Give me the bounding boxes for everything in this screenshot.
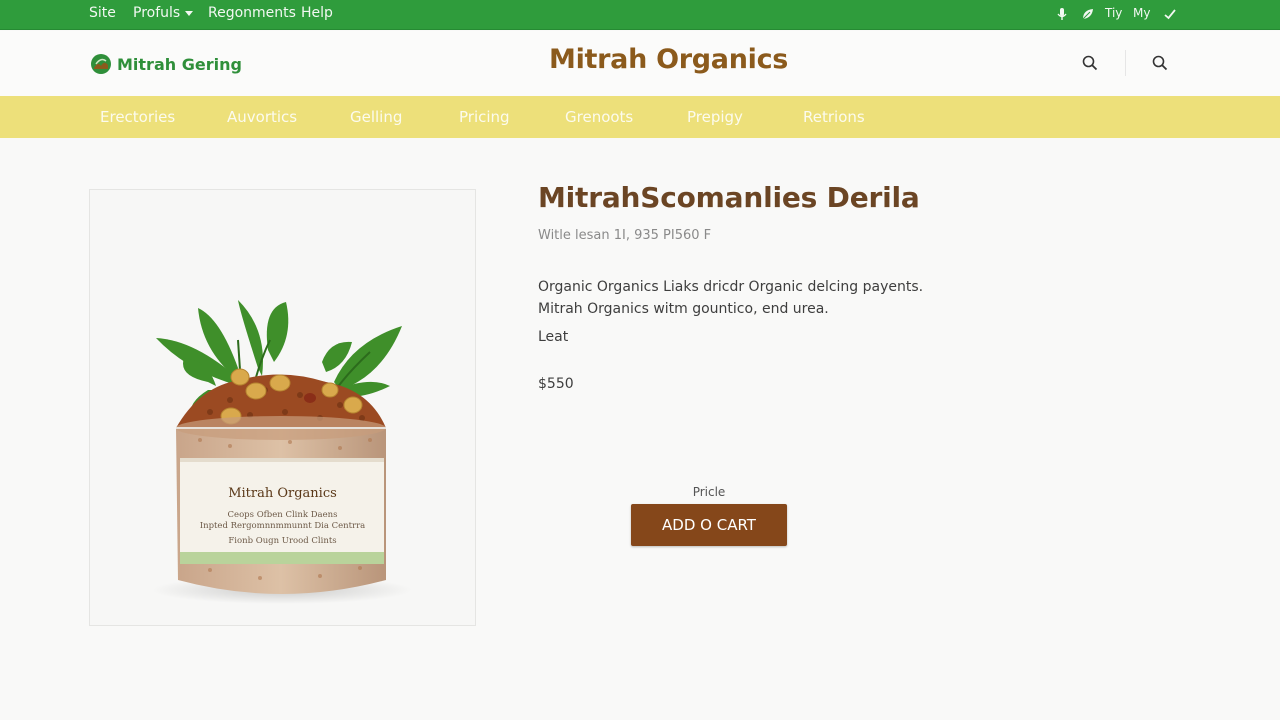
product-variant-label: Leat bbox=[538, 329, 569, 345]
product-image[interactable]: Mitrah Organics Ceops Ofben Clink Daens … bbox=[89, 189, 476, 626]
topbar-link-help[interactable]: Help bbox=[301, 5, 333, 21]
search-icon[interactable] bbox=[1081, 54, 1099, 72]
logo-text[interactable]: Mitrah Gering bbox=[117, 55, 242, 74]
product-description: Organic Organics Liaks dricdr Organic de… bbox=[538, 276, 958, 320]
price-caption: Pricle bbox=[692, 485, 726, 499]
check-icon[interactable] bbox=[1162, 6, 1178, 22]
jar-label-line-1: Ceops Ofben Clink Daens bbox=[227, 510, 338, 520]
site-header: Mitrah Gering Mitrah Organics bbox=[0, 31, 1280, 96]
topbar-right-text-2[interactable]: My bbox=[1133, 6, 1150, 20]
category-retrions[interactable]: Retrions bbox=[803, 108, 865, 126]
top-utility-bar: Site Profuls Regonments Help Tiy My bbox=[0, 0, 1280, 30]
product-description-line-2: Mitrah Organics witm gountico, end urea. bbox=[538, 301, 829, 317]
product-jar-illustration bbox=[152, 300, 412, 604]
category-erectories[interactable]: Erectories bbox=[100, 108, 175, 126]
search-icon[interactable] bbox=[1151, 54, 1169, 72]
header-divider bbox=[1125, 50, 1126, 76]
topbar-link-site[interactable]: Site bbox=[89, 5, 116, 21]
jar-label-brand: Mitrah Organics bbox=[228, 486, 337, 501]
category-nav: Erectories Auvortics Gelling Pricing Gre… bbox=[0, 96, 1280, 138]
category-pricing[interactable]: Pricing bbox=[459, 108, 510, 126]
leaf-logo-icon[interactable] bbox=[90, 53, 112, 75]
category-gelling[interactable]: Gelling bbox=[350, 108, 402, 126]
category-grenoots[interactable]: Grenoots bbox=[565, 108, 633, 126]
product-meta: Witle lesan 1I, 935 PI560 F bbox=[538, 228, 712, 243]
jar-label-line-3: Fionb Ougn Urood Clints bbox=[228, 536, 337, 546]
product-price: $550 bbox=[538, 376, 574, 392]
jar-label-line-2: Inpted Rergomnnmmunnt Dia Centrra bbox=[199, 521, 366, 531]
category-prepigy[interactable]: Prepigy bbox=[687, 108, 743, 126]
topbar-link-regonments[interactable]: Regonments bbox=[208, 5, 296, 21]
microphone-icon[interactable] bbox=[1054, 6, 1070, 22]
leaf-icon[interactable] bbox=[1080, 6, 1096, 22]
product-description-line-1: Organic Organics Liaks dricdr Organic de… bbox=[538, 279, 924, 295]
add-to-cart-button[interactable]: ADD O CART bbox=[631, 504, 787, 546]
category-auvortics[interactable]: Auvortics bbox=[227, 108, 297, 126]
topbar-right-text-1[interactable]: Tiy bbox=[1105, 6, 1122, 20]
topbar-link-profuls-label: Profuls bbox=[133, 5, 181, 21]
chevron-down-icon bbox=[185, 10, 194, 16]
brand-title[interactable]: Mitrah Organics bbox=[549, 44, 788, 75]
product-title: MitrahScomanlies Derila bbox=[538, 181, 920, 214]
topbar-link-profuls[interactable]: Profuls bbox=[133, 5, 194, 21]
